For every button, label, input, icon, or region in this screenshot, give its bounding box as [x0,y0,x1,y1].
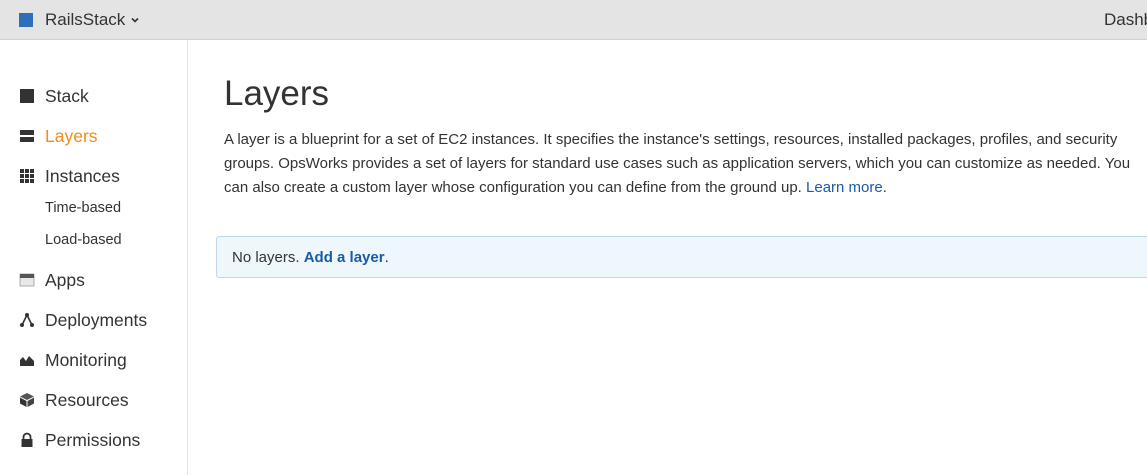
lock-icon [19,432,35,448]
description-text: A layer is a blueprint for a set of EC2 … [224,131,1131,196]
sidebar-item-label: Monitoring [45,349,127,370]
main-content: Layers A layer is a blueprint for a set … [188,40,1147,475]
learn-more-link[interactable]: Learn more [806,179,883,196]
sidebar-item-layers[interactable]: Layers [19,123,98,149]
deployments-icon [19,312,35,328]
top-bar: RailsStack Dashboard [0,0,1147,40]
sidebar-item-permissions[interactable]: Permissions [19,427,140,453]
sidebar-item-instances[interactable]: Instances [19,163,120,189]
dashboard-link[interactable]: Dashboard [1104,10,1147,30]
square-icon [19,13,33,27]
sidebar-item-label: Stack [45,85,89,106]
page-title: Layers [224,74,330,113]
stack-icon [19,88,35,104]
sidebar-item-apps[interactable]: Apps [19,267,85,293]
cube-icon [19,392,35,408]
apps-icon [19,272,35,288]
notice-text: No layers. [232,249,300,266]
grid-icon [19,168,35,184]
add-layer-link[interactable]: Add a layer [304,249,385,266]
empty-state-notice: No layers. Add a layer. [216,236,1147,278]
layers-icon [19,128,35,144]
sidebar-item-label: Permissions [45,429,141,450]
sidebar-item-monitoring[interactable]: Monitoring [19,347,127,373]
sidebar-item-label: Instances [45,165,120,186]
sidebar-item-time-based[interactable]: Time-based [45,198,121,218]
notice-content: No layers. Add a layer. [232,249,389,266]
page-description: A layer is a blueprint for a set of EC2 … [224,131,1131,196]
monitoring-icon [19,352,35,368]
sidebar-item-label: Layers [45,125,98,146]
sidebar-item-label: Resources [45,389,129,410]
sidebar-item-load-based[interactable]: Load-based [45,230,122,250]
stack-name: RailsStack [45,10,126,29]
stack-switcher[interactable]: RailsStack [19,9,140,31]
sidebar-item-resources[interactable]: Resources [19,387,129,413]
sidebar-item-label: Apps [45,269,85,290]
sidebar: Stack Layers Instances Time-based Load-b… [0,40,188,475]
sidebar-item-label: Deployments [45,309,148,330]
sidebar-item-deployments[interactable]: Deployments [19,307,147,333]
chevron-down-icon [131,17,139,23]
sidebar-item-stack[interactable]: Stack [19,83,89,109]
